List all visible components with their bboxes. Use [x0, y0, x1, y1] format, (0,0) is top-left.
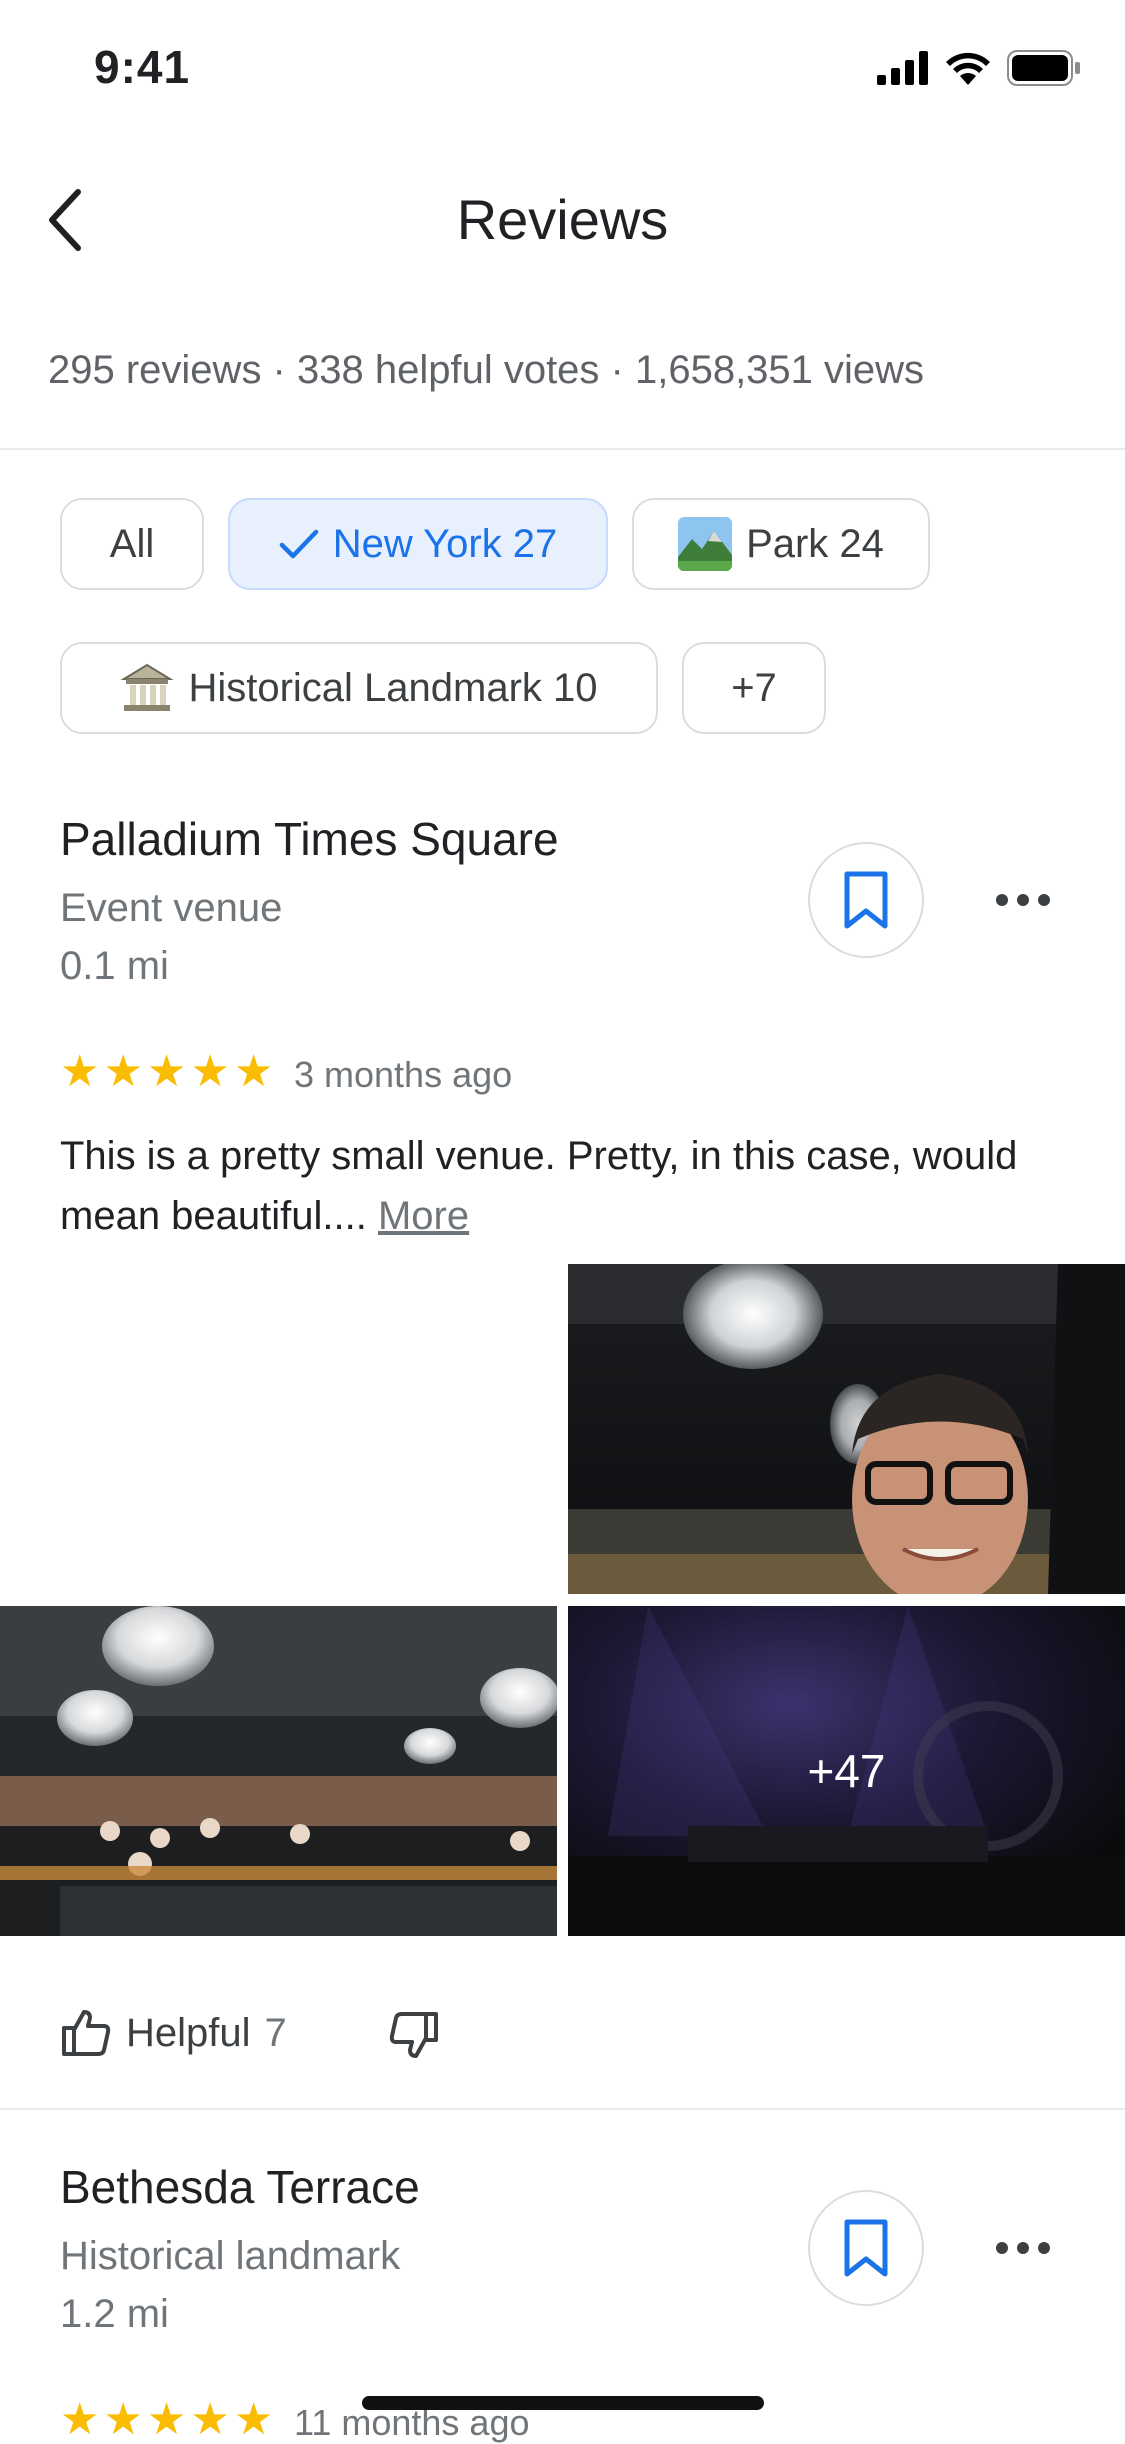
star-icon: ★: [146, 2395, 187, 2444]
star-icon: ★: [60, 2395, 100, 2444]
review-text: This is a pretty small venue. Pretty, in…: [60, 1126, 1080, 1246]
not-helpful-button[interactable]: [388, 2010, 440, 2065]
more-options-button[interactable]: [988, 880, 1058, 920]
review-photo-more[interactable]: +47: [568, 1606, 1125, 1936]
save-button[interactable]: [808, 2190, 924, 2306]
chip-label: All: [109, 521, 155, 566]
star-rating: ★ ★ ★ ★ ★: [60, 2398, 273, 2442]
star-icon: ★: [103, 2395, 143, 2444]
back-button[interactable]: [36, 180, 96, 260]
filter-chip-more[interactable]: +7: [682, 642, 826, 734]
star-icon: ★: [146, 1047, 187, 1096]
check-icon: [279, 529, 318, 559]
status-icons: [877, 48, 1081, 88]
star-icon: ★: [190, 2395, 230, 2444]
chip-label: Historical Landmark 10: [188, 665, 598, 710]
save-button[interactable]: [808, 842, 924, 958]
status-time: 9:41: [94, 41, 191, 93]
chip-label: New York 27: [332, 521, 558, 566]
star-icon: ★: [60, 1047, 100, 1096]
helpful-button[interactable]: Helpful 7: [60, 2008, 287, 2058]
review-place-name[interactable]: Palladium Times Square: [60, 812, 559, 866]
review-place-distance: 0.1 mi: [60, 944, 169, 988]
chip-label: Park 24: [746, 521, 884, 566]
star-icon: ★: [190, 1047, 230, 1096]
more-options-button[interactable]: [988, 2228, 1058, 2268]
park-thumbnail-icon: [678, 517, 733, 571]
star-icon: ★: [233, 1047, 274, 1096]
divider: [0, 448, 1125, 450]
page-title: Reviews: [456, 188, 669, 251]
wifi-icon: [946, 52, 990, 85]
filter-chip-all[interactable]: All: [60, 498, 204, 590]
chevron-left-icon: [49, 189, 81, 251]
home-indicator[interactable]: [362, 2396, 764, 2410]
more-link[interactable]: More: [378, 1194, 469, 1238]
signal-icon: [877, 51, 928, 85]
more-photos-count: +47: [807, 1745, 886, 1797]
landmark-icon: [120, 663, 175, 711]
filter-chip-park[interactable]: Park 24: [632, 498, 930, 590]
photo-selfie-venue: [568, 1264, 1125, 1594]
helpful-label: Helpful: [126, 2010, 251, 2055]
battery-icon: [1007, 50, 1080, 86]
review-date: 3 months ago: [294, 1054, 513, 1095]
more-horizontal-icon: [996, 2242, 1050, 2254]
chip-label: +7: [731, 665, 777, 710]
review-photo[interactable]: [568, 1264, 1125, 1594]
more-horizontal-icon: [996, 894, 1050, 906]
bookmark-icon: [844, 871, 888, 929]
review-place-distance: 1.2 mi: [60, 2292, 169, 2336]
photo-venue-seating: [0, 1606, 557, 1936]
review-photo[interactable]: [0, 1606, 557, 1936]
star-rating: ★ ★ ★ ★ ★: [60, 1050, 273, 1094]
filter-chip-new-york[interactable]: New York 27: [228, 498, 608, 590]
review-place-category: Historical landmark: [60, 2234, 401, 2278]
review-place-name[interactable]: Bethesda Terrace: [60, 2160, 420, 2214]
review-place-category: Event venue: [60, 886, 283, 930]
star-icon: ★: [233, 2395, 274, 2444]
thumbs-up-icon: [62, 2010, 111, 2056]
filter-chip-historical-landmark[interactable]: Historical Landmark 10: [60, 642, 658, 734]
review-stats: 295 reviews · 338 helpful votes · 1,658,…: [48, 348, 925, 392]
divider: [0, 2108, 1125, 2110]
review-text-content: This is a pretty small venue. Pretty, in…: [60, 1134, 1018, 1238]
star-icon: ★: [103, 1047, 143, 1096]
helpful-count: 7: [264, 2010, 287, 2055]
bookmark-icon: [844, 2219, 888, 2277]
thumbs-down-icon: [389, 2012, 438, 2058]
